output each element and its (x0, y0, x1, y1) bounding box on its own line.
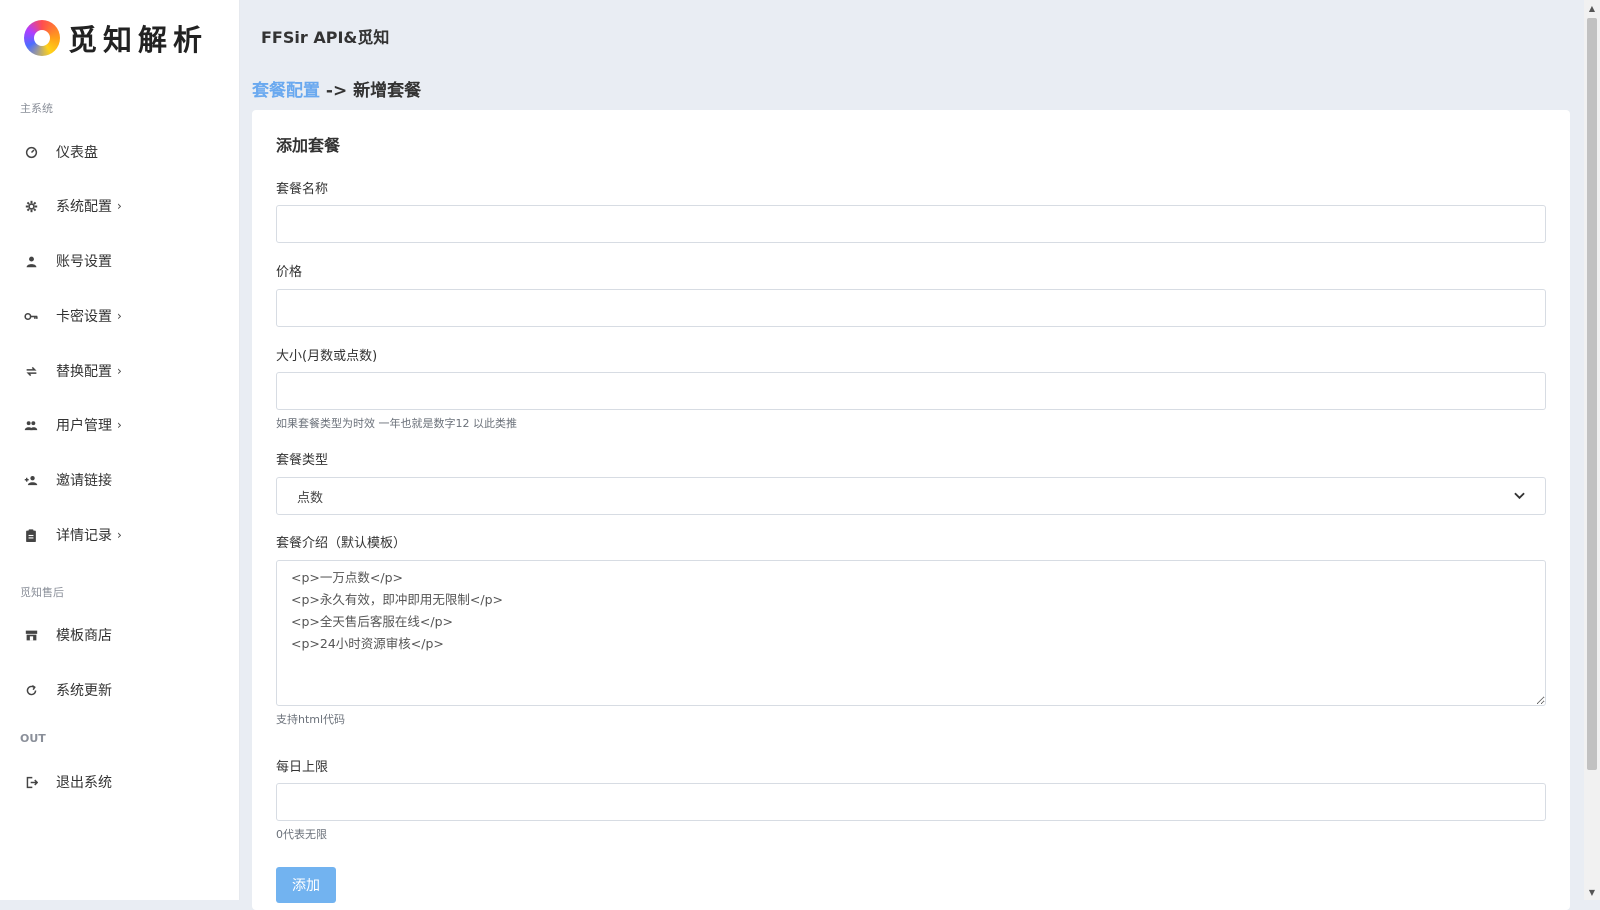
daily-limit-label: 每日上限 (276, 760, 329, 775)
sidebar-item-label: 仪表盘 (56, 145, 98, 161)
intro-textarea[interactable]: <p>一万点数</p> <p>永久有效，即冲即用无限制</p> <p>全天售后客… (276, 560, 1546, 706)
logout-icon (24, 775, 38, 789)
intro-label: 套餐介绍（默认模板） (276, 536, 407, 551)
users-icon (24, 418, 38, 432)
sidebar-item-label: 退出系统 (56, 775, 112, 791)
daily-limit-help-text: 0代表无限 (276, 828, 327, 841)
chevron-right-icon: › (117, 418, 122, 432)
package-type-label: 套餐类型 (276, 453, 329, 468)
chevron-right-icon: › (117, 199, 122, 213)
price-input[interactable] (276, 289, 1546, 327)
gear-icon (24, 199, 38, 213)
logo-text: 觅知解析 (68, 23, 209, 57)
sidebar-item-label: 详情记录 (56, 528, 112, 544)
add-button[interactable]: 添加 (276, 867, 336, 903)
chevron-right-icon: › (117, 309, 122, 323)
user-add-icon (24, 473, 38, 487)
scroll-up-icon[interactable]: ▲ (1584, 0, 1600, 16)
size-help-text: 如果套餐类型为时效 一年也就是数字12 以此类推 (276, 417, 517, 430)
nav-section-after-sales: 觅知售后 (20, 586, 64, 599)
sidebar-item-system-config[interactable]: 系统配置 › (24, 192, 122, 220)
sidebar-item-label: 账号设置 (56, 254, 112, 270)
sidebar-item-dashboard[interactable]: 仪表盘 (24, 138, 98, 166)
sidebar-item-invite-link[interactable]: 邀请链接 (24, 466, 112, 494)
nav-section-out: OUT (20, 732, 46, 745)
sidebar-item-label: 邀请链接 (56, 473, 112, 489)
logo-mark-icon (24, 20, 60, 56)
breadcrumb-parent-link[interactable]: 套餐配置 (252, 81, 320, 101)
sidebar-item-label: 用户管理 (56, 418, 112, 434)
breadcrumb-current: 新增套餐 (353, 81, 422, 101)
logo[interactable]: 觅知解析 (24, 18, 208, 58)
sidebar-item-system-update[interactable]: 系统更新 (24, 676, 112, 704)
breadcrumb-separator: -> (320, 81, 354, 101)
nav-section-main: 主系统 (20, 102, 53, 115)
size-input[interactable] (276, 372, 1546, 410)
sidebar-item-label: 卡密设置 (56, 309, 112, 325)
size-label: 大小(月数或点数) (276, 349, 378, 364)
package-name-label: 套餐名称 (276, 182, 329, 197)
intro-help-text: 支持html代码 (276, 713, 346, 726)
gauge-icon (24, 145, 38, 159)
chevron-right-icon: › (117, 528, 122, 542)
key-icon (24, 309, 38, 323)
form-card: 添加套餐 套餐名称 价格 大小(月数或点数) 如果套餐类型为时效 一年也就是数字… (252, 110, 1570, 910)
package-type-select[interactable]: 点数 (276, 477, 1546, 515)
sidebar-item-label: 系统更新 (56, 683, 112, 699)
form-title: 添加套餐 (276, 136, 341, 155)
sidebar-item-user-management[interactable]: 用户管理 › (24, 411, 122, 439)
swap-icon (24, 364, 38, 378)
sidebar-item-account[interactable]: 账号设置 (24, 247, 112, 275)
price-label: 价格 (276, 265, 303, 280)
breadcrumb: 套餐配置 -> 新增套餐 (252, 76, 421, 101)
chevron-right-icon: › (117, 364, 122, 378)
package-type-selected: 点数 (297, 490, 324, 506)
sidebar-item-detail-records[interactable]: 详情记录 › (24, 521, 122, 549)
sidebar: 觅知解析 主系统 仪表盘 系统配置 › 账号设置 卡密设置 › 替换配置 › 用… (0, 0, 240, 900)
sidebar-item-replace-config[interactable]: 替换配置 › (24, 357, 122, 385)
sidebar-item-logout[interactable]: 退出系统 (24, 768, 112, 796)
store-icon (24, 628, 38, 642)
package-name-input[interactable] (276, 205, 1546, 243)
daily-limit-input[interactable] (276, 783, 1546, 821)
scrollbar[interactable]: ▲ ▼ (1584, 0, 1600, 900)
clipboard-icon (24, 528, 38, 542)
scroll-thumb[interactable] (1587, 18, 1597, 770)
scroll-down-icon[interactable]: ▼ (1584, 884, 1600, 900)
user-icon (24, 254, 38, 268)
app-title: FFSir API&觅知 (261, 28, 390, 47)
refresh-icon (24, 683, 38, 697)
sidebar-item-label: 系统配置 (56, 199, 112, 215)
sidebar-item-label: 模板商店 (56, 628, 112, 644)
sidebar-item-label: 替换配置 (56, 364, 112, 380)
sidebar-item-template-store[interactable]: 模板商店 (24, 621, 112, 649)
sidebar-item-card-keys[interactable]: 卡密设置 › (24, 302, 122, 330)
chevron-down-icon (1514, 489, 1525, 503)
